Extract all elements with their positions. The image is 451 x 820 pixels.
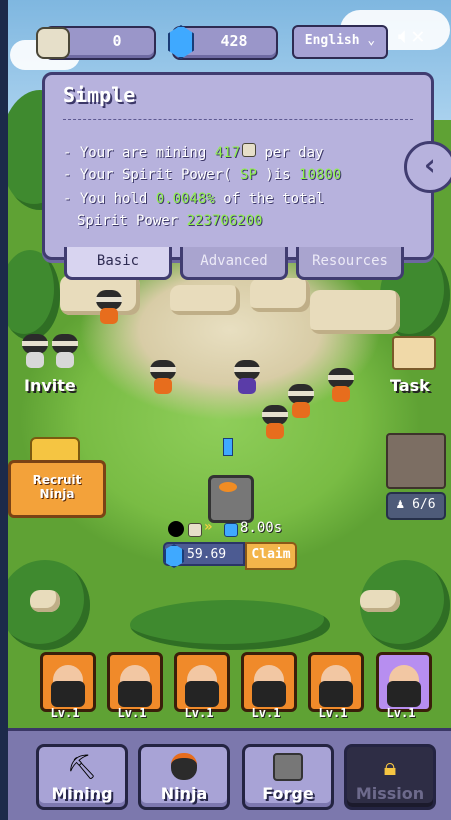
task-button[interactable]: Task xyxy=(384,330,444,400)
roster-card[interactable] xyxy=(107,652,163,712)
ninja-character xyxy=(234,360,260,394)
roster-level: Lv.1 xyxy=(251,706,281,720)
ninja-character xyxy=(262,405,288,439)
nav-ninja-label: Ninja xyxy=(160,784,208,803)
hold-prefix: - You hold xyxy=(63,191,156,207)
capacity-badge: ♟ 6/6 xyxy=(386,492,446,520)
rock xyxy=(30,590,60,612)
mining-rate-value: 417 xyxy=(214,145,241,161)
rock xyxy=(170,285,240,315)
earned-value: 59.69 xyxy=(187,547,227,562)
mining-rate-line: - Your are mining 417 per day xyxy=(63,143,323,161)
tab-basic[interactable]: Basic xyxy=(64,247,172,280)
tab-advanced[interactable]: Advanced xyxy=(180,247,288,280)
ninja-character xyxy=(150,360,176,394)
chevron-left-icon: ‹ xyxy=(420,148,440,183)
hold-share-value: 0.0048% xyxy=(155,191,215,207)
ninja-character xyxy=(96,290,122,324)
roster-card[interactable] xyxy=(40,652,96,712)
ninja-character xyxy=(288,384,314,418)
rock xyxy=(310,290,400,334)
mining-suffix: per day xyxy=(256,145,324,161)
forge-furnace[interactable] xyxy=(208,475,254,523)
rock xyxy=(250,278,310,312)
crystal-icon xyxy=(223,438,233,456)
roster-level: Lv.1 xyxy=(386,706,416,720)
coin-value: 0 xyxy=(112,32,122,50)
pickaxe-icon: ⛏ xyxy=(66,753,98,781)
empty-slot-icon xyxy=(168,521,184,537)
crystal-gem-icon xyxy=(224,523,238,537)
sp-label: SP xyxy=(240,167,257,183)
invite-label: Invite xyxy=(24,376,76,395)
spirit-power-value: 10800 xyxy=(299,167,342,183)
roster-level: Lv.1 xyxy=(117,706,147,720)
ninja-icon xyxy=(52,334,78,368)
roster-card[interactable] xyxy=(308,652,364,712)
collapse-panel-button[interactable]: ‹ xyxy=(404,141,451,193)
nav-mining[interactable]: ⛏ Mining xyxy=(36,744,128,810)
language-label: English xyxy=(304,33,360,48)
nav-mining-label: Mining xyxy=(51,784,113,803)
forge-icon xyxy=(273,753,303,781)
roster-level: Lv.1 xyxy=(184,706,214,720)
roster-card[interactable] xyxy=(241,652,297,712)
spirit-mid: )is xyxy=(256,167,300,183)
roster-level: Lv.1 xyxy=(318,706,348,720)
total-power-value: 223706200 xyxy=(186,213,263,229)
roster-card[interactable] xyxy=(376,652,432,712)
speaker-muted-icon[interactable]: 🔈︎✕ xyxy=(398,24,438,56)
ninja-character xyxy=(328,368,354,402)
rock xyxy=(360,590,400,612)
fast-forward-icon: » xyxy=(204,519,213,535)
panel-title: Simple xyxy=(63,83,136,107)
roster-level: Lv.1 xyxy=(50,706,80,720)
recruit-label: Recruit Ninja xyxy=(32,473,82,501)
mining-prefix: - Your are mining xyxy=(63,145,215,161)
nav-forge[interactable]: Forge xyxy=(242,744,334,810)
gem-value: 428 xyxy=(220,32,248,50)
info-panel: Simple - Your are mining 417 per day - Y… xyxy=(42,72,434,260)
hold-suffix: of the total xyxy=(214,191,325,207)
invite-button[interactable]: Invite xyxy=(18,330,88,400)
person-icon: ♟ xyxy=(396,497,405,512)
task-label: Task xyxy=(390,376,430,395)
left-edge xyxy=(0,0,8,817)
divider xyxy=(63,119,413,120)
scroll-quill-icon xyxy=(392,336,436,370)
spirit-power-line: - Your Spirit Power( SP )is 10800 xyxy=(63,167,341,183)
ninja-icon xyxy=(22,334,48,368)
roster-card[interactable] xyxy=(174,652,230,712)
total-prefix: Spirit Power xyxy=(77,213,187,229)
nav-forge-label: Forge xyxy=(262,784,314,803)
stone-coin-icon xyxy=(36,27,70,59)
lock-icon: 🔒︎ xyxy=(383,753,397,781)
language-select[interactable]: English ⌄ xyxy=(292,25,388,59)
nav-ninja[interactable]: Ninja xyxy=(138,744,230,810)
spirit-prefix: - Your Spirit Power( xyxy=(63,167,241,183)
tree xyxy=(0,250,60,340)
nav-mission-label: Mission xyxy=(355,784,425,803)
nav-mission[interactable]: 🔒︎ Mission xyxy=(344,744,436,810)
capacity-value: 6/6 xyxy=(412,497,436,512)
hold-share-line: - You hold 0.0048% of the total xyxy=(63,191,324,207)
recruit-ninja-button[interactable]: Recruit Ninja xyxy=(8,460,106,518)
stone-coin-icon xyxy=(188,523,202,537)
stone-coin-icon xyxy=(242,143,257,157)
total-power-line: Spirit Power 223706200 xyxy=(77,213,262,229)
tab-resources[interactable]: Resources xyxy=(296,247,404,280)
tree xyxy=(130,600,330,650)
claim-button[interactable]: Claim xyxy=(245,542,297,570)
forge-timer: 8.00s xyxy=(240,520,283,536)
house-storage-icon[interactable] xyxy=(386,433,446,489)
chevron-down-icon: ⌄ xyxy=(367,33,376,48)
ninja-head-icon xyxy=(171,753,197,780)
